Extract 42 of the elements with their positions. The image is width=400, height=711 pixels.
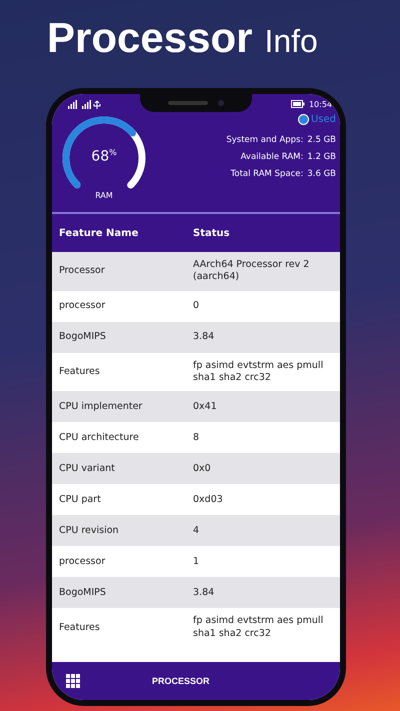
nav-tab[interactable]: PROCESSOR xyxy=(152,676,210,686)
ram-label: RAM xyxy=(94,191,114,200)
table-cell-text: CPU revision xyxy=(58,524,120,538)
table-cell-text: CPU variant xyxy=(58,462,116,476)
table-cell-text: 0xd03 xyxy=(192,494,224,506)
column-header: Status xyxy=(192,228,231,238)
stat-label: System and Apps: xyxy=(226,135,304,145)
subtitle-text: Info xyxy=(264,23,318,60)
table-cell-text: Features xyxy=(58,622,101,634)
table-cell-text: processor xyxy=(58,300,106,312)
stat-label: Total RAM Space: xyxy=(230,169,304,179)
status-time: 10:54 xyxy=(308,100,332,108)
table-cell-text: fp asimd evtstrm aes pmull sha1 sha2 crc32 xyxy=(192,360,324,384)
table-cell-text: 1 xyxy=(192,556,200,568)
ram-percent: 68$^{%}$ xyxy=(90,148,118,165)
table-cell-text: processor xyxy=(58,556,106,568)
stat-value: 2.5 GB xyxy=(307,135,336,145)
table-cell-text: Features xyxy=(58,366,101,378)
battery-icon xyxy=(290,100,305,108)
column-header: Feature Name xyxy=(58,228,140,238)
stat-value: 3.6 GB xyxy=(307,169,336,179)
table-cell-text: BogoMIPS xyxy=(58,331,107,344)
table-cell-text: 3.84 xyxy=(192,331,216,344)
table-cell-text: CPU architecture xyxy=(58,432,140,444)
title-text: Processor xyxy=(47,14,252,62)
stat-label: Available RAM: xyxy=(240,152,304,162)
table-cell-text: 4 xyxy=(192,524,200,538)
table-cell-text: CPU implementer xyxy=(58,400,144,414)
legend-label: Used xyxy=(310,114,336,125)
table-cell-text: AArch64 Processor rev 2 (aarch64) xyxy=(192,259,310,284)
table-cell-text: fp asimd evtstrm aes pmull sha1 sha2 crc32 xyxy=(192,615,324,640)
table-cell-text: 0x0 xyxy=(192,462,212,476)
legend-dot xyxy=(298,114,309,125)
table-cell-text: 8 xyxy=(192,432,200,444)
stat-value: 1.2 GB xyxy=(307,152,336,162)
table-cell-text: 3.84 xyxy=(192,586,216,600)
table-cell-text: BogoMIPS xyxy=(58,586,107,600)
table-cell-text: Processor xyxy=(58,265,106,278)
table-cell-text: 0 xyxy=(192,300,200,312)
table-cell-text: CPU part xyxy=(58,494,102,506)
table-cell-text: 0x41 xyxy=(192,400,218,414)
grid-icon[interactable] xyxy=(66,674,80,688)
